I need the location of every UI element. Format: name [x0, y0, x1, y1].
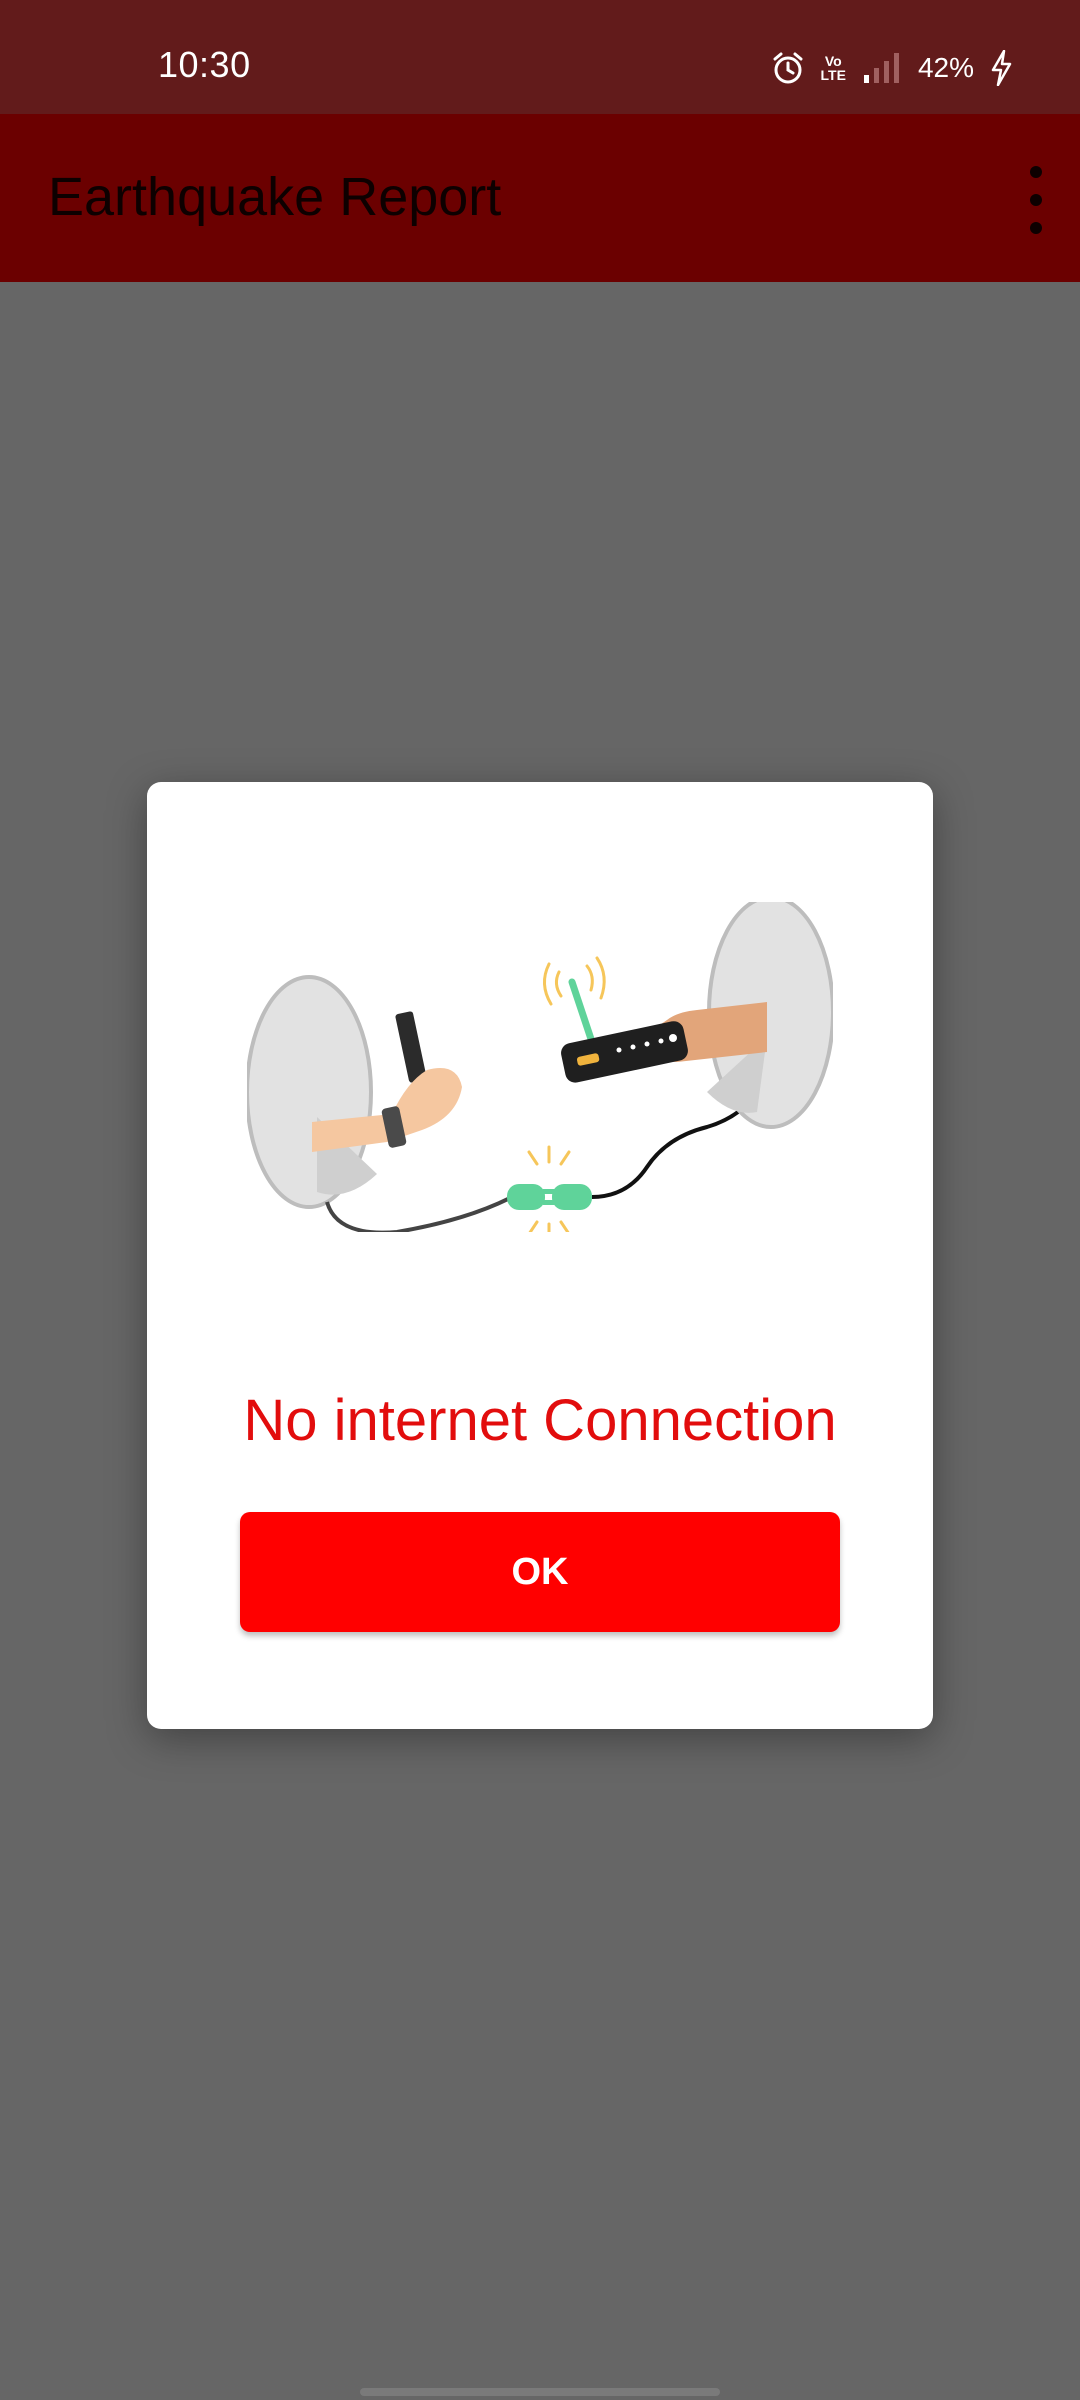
navigation-handle[interactable] [360, 2388, 720, 2396]
battery-level: 42% [917, 52, 974, 83]
dialog-message: No internet Connection [243, 1388, 837, 1453]
ok-button[interactable]: OK [240, 1512, 840, 1632]
signal-icon [863, 53, 899, 83]
app-bar: Earthquake Report [0, 114, 1080, 282]
app-title: Earthquake Report [48, 167, 502, 227]
status-time: 10:30 [158, 44, 251, 85]
overflow-menu-icon[interactable] [1014, 166, 1058, 234]
status-bar: 10:30 Vo LTE 42% [0, 0, 1080, 114]
alarm-icon [773, 52, 803, 84]
status-icons: Vo LTE 42% [771, 44, 1012, 92]
no-connection-illustration [247, 902, 833, 1232]
volte-icon: Vo LTE [820, 53, 846, 83]
charging-icon [991, 50, 1012, 86]
no-connection-dialog: No internet Connection OK [147, 782, 933, 1729]
